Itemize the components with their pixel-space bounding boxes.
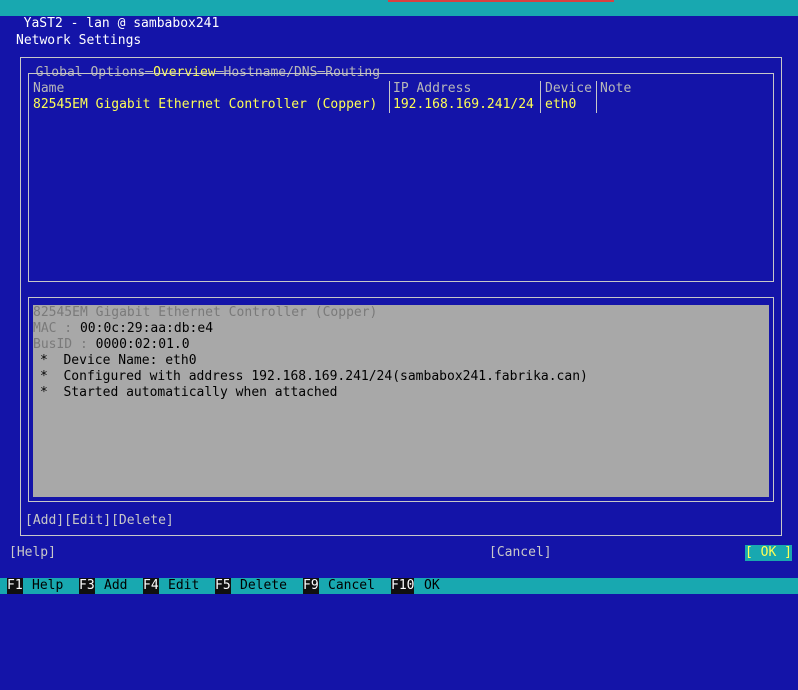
cancel-button[interactable]: [Cancel] — [489, 545, 552, 561]
fkey-f5-label[interactable]: Delete — [240, 578, 287, 594]
add-button[interactable]: [Add] — [25, 513, 64, 528]
busid-label: BusID : — [33, 337, 96, 352]
fkey-f1[interactable]: F1 — [7, 578, 23, 594]
fkey-f9-label[interactable]: Cancel — [328, 578, 375, 594]
function-key-bar: F1 Help F3 Add F4 Edit F5 Delete F9 Cancel F1… — [0, 578, 798, 594]
busid-value: 0000:02:01.0 — [96, 337, 190, 352]
detail-bullet-started: * Started automatically when attached — [33, 385, 769, 401]
title-accent-line — [388, 0, 614, 2]
fkey-f9[interactable]: F9 — [303, 578, 319, 594]
fkey-f10[interactable]: F10 — [391, 578, 414, 594]
window-title-bar: YaST2 - lan @ sambabox241 — [0, 0, 798, 16]
fkey-f4-label[interactable]: Edit — [168, 578, 199, 594]
details-panel: 82545EM Gigabit Ethernet Controller (Cop… — [33, 305, 769, 497]
column-divider — [389, 81, 390, 113]
ok-button[interactable]: [ OK ] — [745, 545, 792, 561]
fkey-f3[interactable]: F3 — [79, 578, 95, 594]
mac-label: MAC : — [33, 321, 80, 336]
details-title: 82545EM Gigabit Ethernet Controller (Cop… — [33, 305, 769, 321]
fkey-f10-label[interactable]: OK — [424, 578, 440, 594]
fkey-f5[interactable]: F5 — [215, 578, 231, 594]
edit-button[interactable]: [Edit] — [64, 513, 111, 528]
column-header-device[interactable]: Device — [545, 81, 592, 97]
column-header-note[interactable]: Note — [600, 81, 631, 97]
detail-bullet-configured: * Configured with address 192.168.169.24… — [33, 369, 769, 385]
cell-name: 82545EM Gigabit Ethernet Controller (Cop… — [33, 97, 377, 113]
fkey-f3-label[interactable]: Add — [104, 578, 127, 594]
dialog-title: Network Settings — [16, 33, 141, 49]
detail-bullet-device-name: * Device Name: eth0 — [33, 353, 769, 369]
mac-value: 00:0c:29:aa:db:e4 — [80, 321, 213, 336]
window-title: YaST2 - lan @ sambabox241 — [24, 16, 220, 31]
column-header-name[interactable]: Name — [33, 81, 64, 97]
fkey-f1-label[interactable]: Help — [32, 578, 63, 594]
cell-ip: 192.168.169.241/24 — [393, 97, 534, 113]
column-divider — [596, 81, 597, 113]
delete-button[interactable]: [Delete] — [111, 513, 174, 528]
column-header-ip[interactable]: IP Address — [393, 81, 471, 97]
help-button[interactable]: [Help] — [9, 545, 56, 561]
cell-device: eth0 — [545, 97, 576, 113]
fkey-f4[interactable]: F4 — [143, 578, 159, 594]
action-buttons: [Add][Edit][Delete] — [25, 513, 174, 529]
column-divider — [540, 81, 541, 113]
